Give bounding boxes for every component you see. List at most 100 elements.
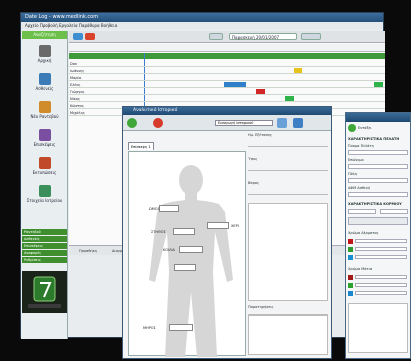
time-header <box>69 53 385 59</box>
color-swatch[interactable] <box>348 255 353 260</box>
height-input[interactable] <box>348 209 376 214</box>
app-logo <box>22 271 67 313</box>
sidebar-item-home[interactable]: Αρχική <box>23 43 66 69</box>
color-slider[interactable] <box>355 283 407 287</box>
add-label[interactable]: Προσθήκη <box>79 249 97 253</box>
city-label: Πόλη <box>348 172 358 176</box>
tab-visit[interactable]: Επίσκεψη 1 <box>128 142 154 150</box>
name-input[interactable] <box>348 150 408 155</box>
color-swatch[interactable] <box>348 275 353 280</box>
calendar-toolbar: Παρασκευή 20/01/2007 <box>69 31 385 43</box>
notes-field[interactable]: Παρατηρήσεις <box>248 305 328 315</box>
label-thigh-text: ΜΗΡΟΣ <box>143 326 156 330</box>
label-thigh-2[interactable] <box>169 324 193 331</box>
printer-icon <box>38 157 51 169</box>
table-row[interactable]: Γιώργος <box>69 89 385 95</box>
color-slider[interactable] <box>355 255 407 259</box>
label-arm[interactable] <box>207 222 229 229</box>
table-row[interactable]: Νίκος <box>69 96 385 102</box>
save-icon[interactable] <box>127 118 137 128</box>
sidebar-item-clinic[interactable]: Στοιχεία Ιατρείου <box>23 183 66 209</box>
exam-date-field[interactable]: Ημ. Εξέτασης <box>248 133 328 147</box>
label-shoulder-text: ΩΜΟΣ <box>149 207 160 211</box>
history-input[interactable]: Εισαγωγή Ιστορικού <box>215 120 273 126</box>
window-title: Date Log - www.medlink.com <box>21 13 383 22</box>
window-title-bar <box>346 113 410 122</box>
notes-area[interactable] <box>248 315 328 355</box>
sidebar-item-patients[interactable]: Ασθενείς <box>23 71 66 97</box>
window-title: Αναλυτικό Ιστορικό <box>123 107 331 115</box>
nav-bar-appointments[interactable]: Ραντεβού <box>22 229 67 235</box>
appointment-block[interactable] <box>294 68 302 73</box>
measure-row[interactable] <box>348 217 408 225</box>
nav-bar-patients[interactable]: Ασθενείς <box>22 236 67 242</box>
ok-label[interactable]: Εντάξει <box>358 126 372 130</box>
delete-icon[interactable] <box>85 33 95 40</box>
label-thigh-1[interactable] <box>174 264 196 271</box>
label-chest[interactable] <box>173 228 195 235</box>
print-icon[interactable] <box>277 118 287 128</box>
appointment-block[interactable] <box>285 96 294 101</box>
nav-bar-visits[interactable]: Επισκέψεις <box>22 243 67 249</box>
nav-bar-reports[interactable]: Αναφορές <box>22 250 67 256</box>
sidebar-item-prints[interactable]: Εκτυπώσεις <box>23 155 66 181</box>
body-section: ΧΑΡΑΚΤΗΡΙΣΤΙΚΑ ΚΟΡΜΙΟΥ <box>348 202 402 206</box>
clinic-icon <box>38 185 51 197</box>
city-input[interactable] <box>348 178 408 183</box>
color-slider[interactable] <box>355 239 407 243</box>
appointment-block[interactable] <box>224 82 246 87</box>
color-swatch[interactable] <box>348 283 353 288</box>
extra-notes[interactable] <box>348 303 408 353</box>
color-swatch[interactable] <box>348 239 353 244</box>
label-chest-text: ΣΤΗΘΟΣ <box>151 230 166 234</box>
weight-input[interactable] <box>380 209 408 214</box>
history-window: Αναλυτικό Ιστορικό Εισαγωγή Ιστορικού Επ… <box>122 106 332 359</box>
tax-input[interactable] <box>348 192 408 197</box>
label-belly-text: ΚΟΙΛΙΑ <box>163 248 175 252</box>
height-field[interactable]: Ύψος <box>248 157 328 171</box>
visits-icon <box>38 129 51 141</box>
label-shoulder[interactable] <box>159 205 179 212</box>
prev-icon[interactable] <box>73 33 83 40</box>
options-checkbox[interactable] <box>128 134 188 140</box>
table-row[interactable]: Ιωάννης <box>69 68 385 74</box>
body-diagram: ΩΜΟΣ ΣΤΗΘΟΣ ΧΕΡΙ ΚΟΙΛΙΑ ΜΗΡΟΣ <box>128 151 246 357</box>
name-label: Όνομα Πελάτη <box>348 144 374 148</box>
menu-bar[interactable]: Αρχείο Προβολή Εργαλεία Παράθυρα Βοήθεια <box>21 22 383 29</box>
color-swatch[interactable] <box>348 291 353 296</box>
color-slider[interactable] <box>355 247 407 251</box>
sidebar-item-visits[interactable]: Επισκέψεις <box>23 127 66 153</box>
attach-icon[interactable] <box>293 118 303 128</box>
search-button[interactable] <box>209 33 223 40</box>
skin-section: Χρώμα Δέρματος <box>348 231 379 235</box>
sub-toolbar <box>69 44 385 52</box>
nav-bar-settings[interactable]: Ρυθμίσεις <box>22 257 67 263</box>
table-row[interactable]: Dan <box>69 61 385 67</box>
notes-area-top[interactable] <box>248 203 328 301</box>
tax-label: ΑΦΜ Ασθενή <box>348 186 371 190</box>
color-swatch[interactable] <box>348 247 353 252</box>
sidebar-item-appointment[interactable]: Νέο Ραντεβού <box>23 99 66 125</box>
label-arm-text: ΧΕΡΙ <box>231 224 239 228</box>
history-toolbar: Εισαγωγή Ιστορικού <box>123 115 331 131</box>
weight-field[interactable]: Βάρος <box>248 181 328 195</box>
appointment-block[interactable] <box>374 82 383 87</box>
logo-icon <box>28 276 61 308</box>
surname-input[interactable] <box>348 164 408 169</box>
ok-icon[interactable] <box>348 124 356 132</box>
home-icon <box>38 45 51 57</box>
date-display[interactable]: Παρασκευή 20/01/2007 <box>229 33 297 40</box>
cancel-icon[interactable] <box>153 118 163 128</box>
patient-window: Εντάξει ΧΑΡΑΚΤΗΡΙΣΤΙΚΑ ΠΕΛΑΤΗ Όνομα Πελά… <box>345 112 411 359</box>
color-slider[interactable] <box>355 291 407 295</box>
color-slider[interactable] <box>355 275 407 279</box>
appointment-block[interactable] <box>256 89 265 94</box>
surname-label: Επώνυμο <box>348 158 364 162</box>
next-button[interactable] <box>301 33 321 40</box>
sidebar: Αναζήτηση Αρχική Ασθενείς Νέο Ραντεβού Ε… <box>21 31 68 339</box>
table-row[interactable]: Μαρία <box>69 75 385 81</box>
sidebar-header[interactable]: Αναζήτηση <box>22 31 67 39</box>
eye-section: Χρώμα Μάτια <box>348 267 373 271</box>
patients-icon <box>38 73 51 85</box>
label-belly[interactable] <box>179 246 203 253</box>
